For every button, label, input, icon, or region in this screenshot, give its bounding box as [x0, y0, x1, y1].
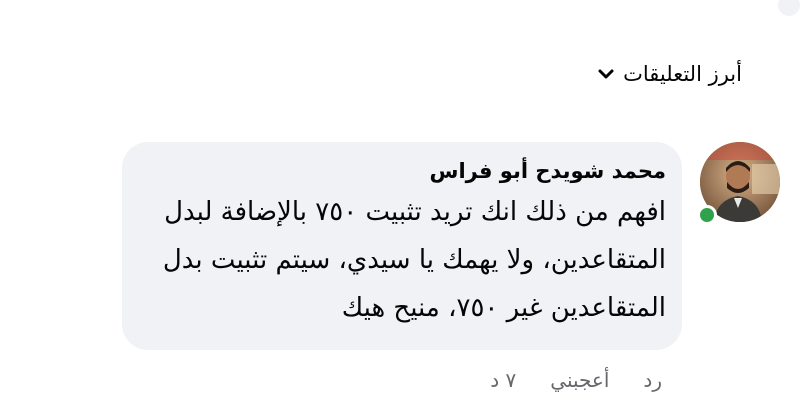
comments-filter-label: أبرز التعليقات	[623, 62, 742, 86]
chevron-down-icon	[597, 65, 615, 83]
comment-actions: ٧ د أعجبني رد	[490, 368, 662, 392]
like-button[interactable]: أعجبني	[550, 368, 609, 392]
comment-timestamp[interactable]: ٧ د	[490, 368, 516, 392]
comment-bubble: محمد شويدح أبو فراس افهم من ذلك انك تريد…	[122, 142, 682, 350]
comment-author-name[interactable]: محمد شويدح أبو فراس	[138, 156, 667, 186]
online-status-indicator	[697, 205, 717, 225]
comments-filter-dropdown[interactable]: أبرز التعليقات	[597, 62, 742, 86]
reply-button[interactable]: رد	[643, 368, 662, 392]
comment-text: افهم من ذلك انك تريد تثبيت ٧٥٠ بالإضافة …	[162, 197, 666, 323]
partial-reaction-icon	[778, 0, 800, 16]
